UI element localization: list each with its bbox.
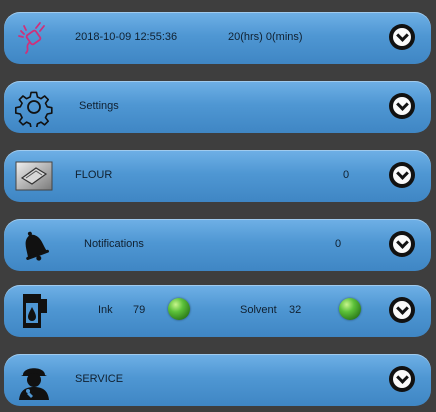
service-label: SERVICE (75, 373, 124, 385)
flour-value: 0 (343, 169, 350, 181)
flour-bag-icon (14, 156, 54, 196)
gear-icon (14, 87, 54, 130)
solvent-status-led-icon (339, 298, 361, 320)
settings-label: Settings (79, 100, 119, 112)
notifications-label: Notifications (84, 238, 144, 250)
flour-panel[interactable]: FLOUR 0 (4, 150, 431, 202)
chevron-down-icon[interactable] (389, 366, 415, 392)
notifications-value: 0 (335, 238, 342, 250)
datetime-text: 2018-10-09 12:55:36 (75, 31, 178, 43)
ink-cartridge-icon (14, 291, 54, 331)
solvent-value: 32 (289, 304, 302, 316)
bell-icon (14, 225, 54, 265)
service-technician-icon (14, 360, 54, 400)
chevron-down-icon[interactable] (389, 162, 415, 188)
flour-label: FLOUR (75, 169, 113, 181)
ink-status-led-icon (168, 298, 190, 320)
service-panel[interactable]: SERVICE (4, 354, 431, 406)
solvent-label: Solvent (240, 304, 277, 316)
status-panel[interactable]: 2018-10-09 12:55:36 20(hrs) 0(mins) (4, 12, 431, 64)
ink-label: Ink (98, 304, 113, 316)
notifications-panel[interactable]: Notifications 0 (4, 219, 431, 271)
runtime-text: 20(hrs) 0(mins) (228, 31, 303, 43)
chevron-down-icon[interactable] (389, 231, 415, 257)
settings-panel[interactable]: Settings (4, 81, 431, 133)
chevron-down-icon[interactable] (389, 93, 415, 119)
consumables-panel[interactable]: Ink 79 Solvent 32 (4, 285, 431, 337)
chevron-down-icon[interactable] (389, 24, 415, 50)
chevron-down-icon[interactable] (389, 297, 415, 323)
ink-value: 79 (133, 304, 146, 316)
plug-icon (14, 18, 54, 58)
